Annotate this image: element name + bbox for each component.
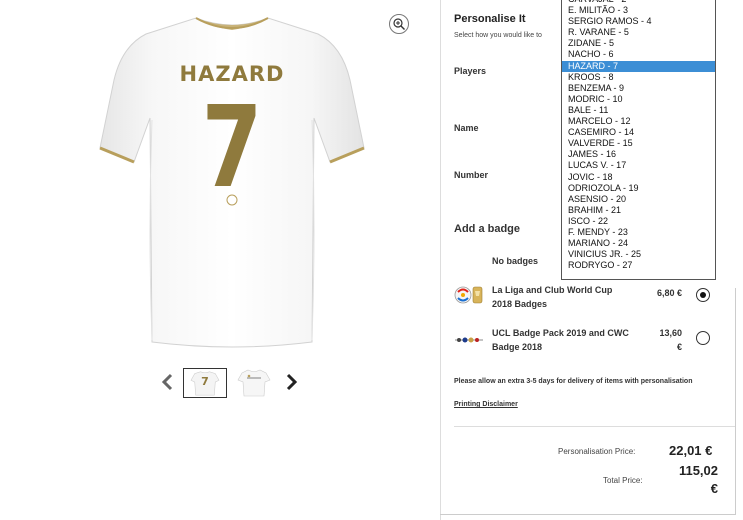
badge-name-ucl: UCL Badge Pack 2019 and CWC Badge 2018 bbox=[492, 328, 629, 352]
badge-radio-ucl[interactable] bbox=[696, 331, 710, 345]
name-label: Name bbox=[454, 123, 479, 133]
la-liga-badge-icon bbox=[454, 286, 483, 304]
player-option[interactable]: JAMES - 16 bbox=[562, 149, 715, 160]
thumbnail-front-view[interactable] bbox=[232, 368, 276, 398]
product-image: HAZARD 7 bbox=[92, 10, 372, 350]
number-label: Number bbox=[454, 170, 489, 180]
badge-price-ucl: 13,60 € bbox=[659, 328, 682, 352]
no-badges-option[interactable]: No badges bbox=[492, 256, 538, 266]
personalise-title: Personalise It bbox=[454, 13, 526, 25]
personalisation-price-label: Personalisation Price: bbox=[558, 447, 636, 456]
player-option[interactable]: MODRIC - 10 bbox=[562, 94, 715, 105]
chevron-right-icon bbox=[286, 373, 298, 391]
player-option[interactable]: NACHO - 6 bbox=[562, 49, 715, 60]
player-option[interactable]: LUCAS V. - 17 bbox=[562, 160, 715, 171]
thumbnail-prev-button[interactable] bbox=[160, 373, 176, 391]
player-option[interactable]: VALVERDE - 15 bbox=[562, 138, 715, 149]
total-price-value: 115,02 € bbox=[678, 463, 718, 496]
players-label: Players bbox=[454, 66, 487, 76]
divider bbox=[454, 426, 735, 427]
player-option[interactable]: ASENSIO - 20 bbox=[562, 194, 715, 205]
zoom-button[interactable] bbox=[389, 14, 409, 34]
badge-option-ucl[interactable]: UCL Badge Pack 2019 and CWC Badge 2018 1… bbox=[454, 326, 714, 358]
personalisation-price-value: 22,01 € bbox=[669, 443, 713, 458]
player-option[interactable]: BRAHIM - 21 bbox=[562, 205, 715, 216]
jersey-front-thumbnail-image bbox=[237, 369, 271, 397]
thumbnail-number: 7 bbox=[201, 375, 209, 388]
panel-bottom-border bbox=[440, 514, 736, 515]
total-price-label: Total Price: bbox=[603, 476, 643, 485]
player-option[interactable]: RODRYGO - 27 bbox=[562, 260, 715, 271]
badge-price-laliga: 6,80 € bbox=[656, 288, 682, 298]
delivery-note: Please allow an extra 3-5 days for deliv… bbox=[454, 378, 693, 385]
player-option[interactable]: VINICIUS JR. - 25 bbox=[562, 249, 715, 260]
badge-name-laliga: La Liga and Club World Cup 2018 Badges bbox=[492, 285, 613, 309]
player-option[interactable]: MARCELO - 12 bbox=[562, 116, 715, 127]
jersey-print-number: 7 bbox=[201, 83, 263, 213]
players-dropdown-list[interactable]: CARVAJAL - 2E. MILITÃO - 3SERGIO RAMOS -… bbox=[561, 0, 716, 280]
player-option[interactable]: ODRIOZOLA - 19 bbox=[562, 183, 715, 194]
player-option[interactable]: SERGIO RAMOS - 4 bbox=[562, 16, 715, 27]
player-option[interactable]: ISCO - 22 bbox=[562, 216, 715, 227]
chevron-left-icon bbox=[161, 373, 173, 391]
zoom-in-icon bbox=[393, 18, 405, 30]
player-option[interactable]: JOVIC - 18 bbox=[562, 172, 715, 183]
badge-radio-laliga[interactable] bbox=[696, 288, 710, 302]
player-option[interactable]: ZIDANE - 5 bbox=[562, 38, 715, 49]
thumbnail-back-view[interactable]: 7 bbox=[183, 368, 227, 398]
player-option[interactable]: HAZARD - 7 bbox=[562, 60, 715, 72]
player-option[interactable]: CASEMIRO - 14 bbox=[562, 127, 715, 138]
printing-disclaimer-link[interactable]: Printing Disclaimer bbox=[454, 401, 518, 408]
player-option[interactable]: KROOS - 8 bbox=[562, 72, 715, 83]
player-option[interactable]: BENZEMA - 9 bbox=[562, 83, 715, 94]
thumbnail-next-button[interactable] bbox=[283, 373, 299, 391]
player-option[interactable]: F. MENDY - 23 bbox=[562, 227, 715, 238]
player-option[interactable]: E. MILITÃO - 3 bbox=[562, 5, 715, 16]
add-badge-heading: Add a badge bbox=[454, 223, 521, 235]
badge-option-laliga[interactable]: La Liga and Club World Cup 2018 Badges 6… bbox=[454, 283, 714, 315]
player-option[interactable]: R. VARANE - 5 bbox=[562, 27, 715, 38]
ucl-badge-icon bbox=[455, 337, 483, 343]
panel-right-border bbox=[735, 288, 736, 514]
personalise-subtitle: Select how you would like to bbox=[454, 32, 542, 39]
player-option[interactable]: MARIANO - 24 bbox=[562, 238, 715, 249]
player-option[interactable]: BALE - 11 bbox=[562, 105, 715, 116]
